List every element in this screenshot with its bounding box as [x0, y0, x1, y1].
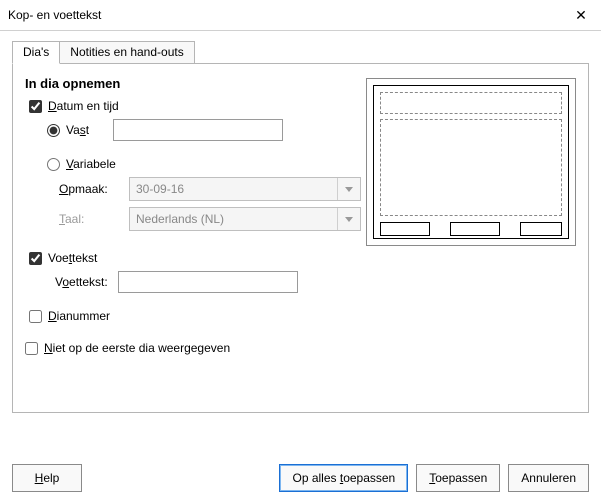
preview-footer-text	[450, 222, 500, 236]
chevron-down-icon	[337, 208, 360, 230]
preview-footer-date	[380, 222, 430, 236]
input-footer[interactable]	[118, 271, 298, 293]
close-button[interactable]: ✕	[561, 0, 601, 30]
label-slide-number: Dianummer	[48, 309, 110, 323]
preview-pane	[366, 78, 576, 246]
tab-notes-handouts[interactable]: Notities en hand-outs	[59, 41, 194, 63]
cancel-button[interactable]: Annuleren	[508, 464, 589, 492]
radio-variable[interactable]	[47, 158, 60, 171]
checkbox-footer[interactable]	[29, 252, 42, 265]
label-not-first-slide: Niet op de eerste dia weergegeven	[44, 341, 230, 355]
label-language: Taal:	[59, 212, 129, 226]
window-title: Kop- en voettekst	[8, 8, 561, 22]
preview-body-placeholder	[380, 119, 562, 216]
chevron-down-icon	[337, 178, 360, 200]
checkbox-not-first-slide[interactable]	[25, 342, 38, 355]
label-footer-checkbox: Voettekst	[48, 251, 97, 265]
radio-fixed[interactable]	[47, 124, 60, 137]
help-button[interactable]: Help	[12, 464, 82, 492]
tabstrip: Dia's Notities en hand-outs	[12, 41, 589, 63]
combo-language-value: Nederlands (NL)	[136, 212, 224, 226]
preview-footer-number	[520, 222, 562, 236]
combo-format: 30-09-16	[129, 177, 361, 201]
apply-button[interactable]: Toepassen	[416, 464, 500, 492]
preview-slide	[373, 85, 569, 239]
label-date-time: Datum en tijd	[48, 99, 119, 113]
tab-slides[interactable]: Dia's	[12, 41, 60, 64]
checkbox-date-time[interactable]	[29, 100, 42, 113]
tabpage-slides: In dia opnemen Datum en tijd Vast Variab…	[12, 63, 589, 413]
preview-title-placeholder	[380, 92, 562, 114]
label-format: Opmaak:	[59, 182, 129, 196]
input-fixed-date[interactable]	[113, 119, 283, 141]
apply-all-button[interactable]: Op alles toepassen	[279, 464, 408, 492]
checkbox-slide-number[interactable]	[29, 310, 42, 323]
label-fixed: Vast	[66, 123, 89, 137]
close-icon: ✕	[575, 7, 587, 23]
button-row: Help Op alles toepassen Toepassen Annule…	[0, 464, 601, 492]
combo-language: Nederlands (NL)	[129, 207, 361, 231]
titlebar: Kop- en voettekst ✕	[0, 0, 601, 31]
label-footer-field: Voettekst:	[55, 275, 108, 289]
combo-format-value: 30-09-16	[136, 182, 184, 196]
label-variable: Variabele	[66, 157, 116, 171]
